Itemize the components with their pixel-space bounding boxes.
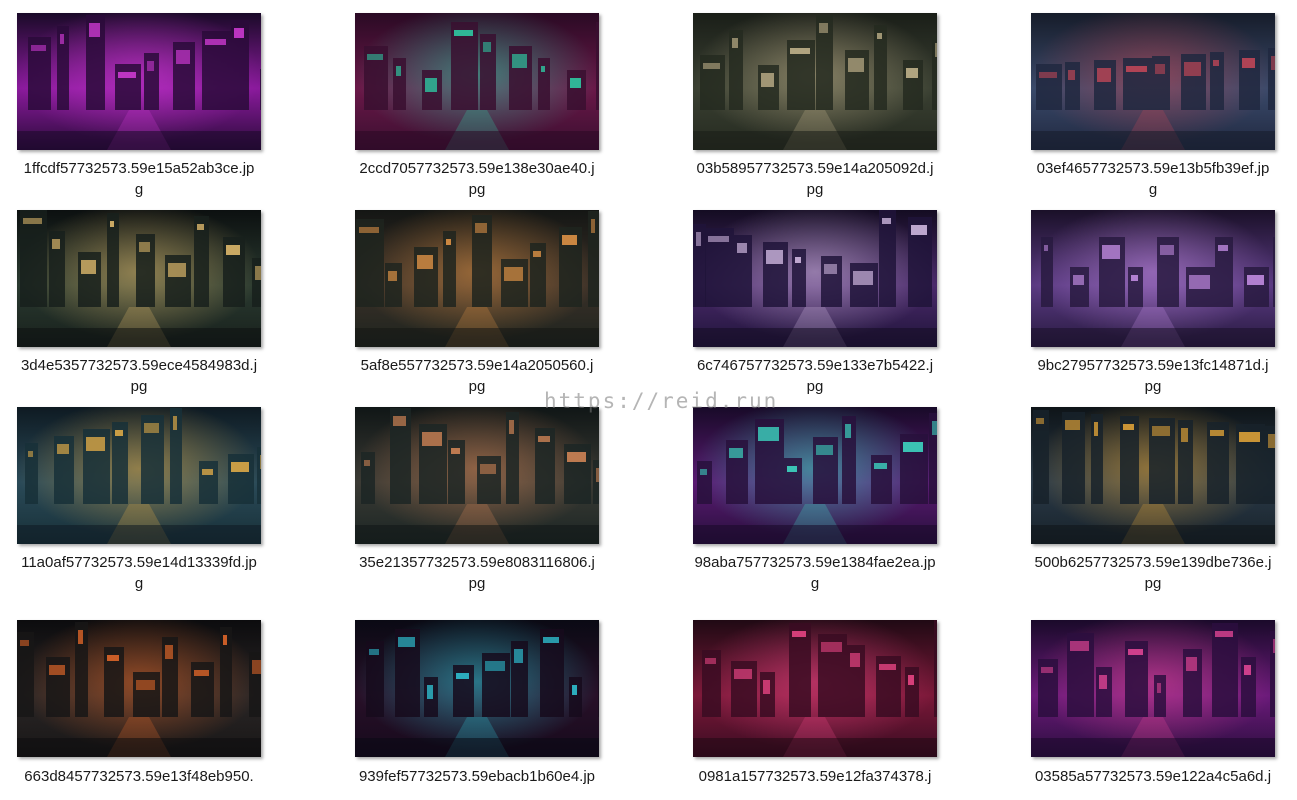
image-thumbnail[interactable] (355, 210, 599, 347)
file-name-label[interactable]: 11a0af57732573.59e14d13339fd.jp g (0, 552, 284, 594)
image-thumbnail[interactable] (17, 13, 261, 150)
file-name-label[interactable]: 03b58957732573.59e14a205092d.j pg (670, 158, 960, 200)
image-thumbnail[interactable] (1031, 210, 1275, 347)
image-thumbnail[interactable] (1031, 620, 1275, 757)
image-thumbnail[interactable] (355, 407, 599, 544)
image-thumbnail[interactable] (17, 620, 261, 757)
image-thumbnail[interactable] (355, 620, 599, 757)
file-name-label[interactable]: 663d8457732573.59e13f48eb950. (0, 766, 284, 787)
image-thumbnail[interactable] (17, 210, 261, 347)
file-name-label[interactable]: 03ef4657732573.59e13b5fb39ef.jp g (1008, 158, 1297, 200)
file-name-label[interactable]: 6c746757732573.59e133e7b5422.j pg (670, 355, 960, 397)
image-thumbnail[interactable] (355, 13, 599, 150)
file-thumbnail-grid: 1ffcdf57732573.59e15a52ab3ce.jpg 2ccd70 (0, 0, 1297, 800)
image-thumbnail[interactable] (693, 407, 937, 544)
file-name-label[interactable]: 939fef57732573.59ebacb1b60e4.jp (332, 766, 622, 787)
file-name-label[interactable]: 98aba757732573.59e1384fae2ea.jp g (670, 552, 960, 594)
image-thumbnail[interactable] (1031, 407, 1275, 544)
image-thumbnail[interactable] (693, 13, 937, 150)
file-name-label[interactable]: 0981a157732573.59e12fa374378.j (670, 766, 960, 787)
image-thumbnail[interactable] (1031, 13, 1275, 150)
file-name-label[interactable]: 1ffcdf57732573.59e15a52ab3ce.jp g (0, 158, 284, 200)
file-name-label[interactable]: 35e21357732573.59e8083116806.j pg (332, 552, 622, 594)
file-name-label[interactable]: 5af8e557732573.59e14a2050560.j pg (332, 355, 622, 397)
image-thumbnail[interactable] (17, 407, 261, 544)
file-name-label[interactable]: 9bc27957732573.59e13fc14871d.j pg (1008, 355, 1297, 397)
file-name-label[interactable]: 03585a57732573.59e122a4c5a6d.j (1008, 766, 1297, 787)
image-thumbnail[interactable] (693, 210, 937, 347)
file-name-label[interactable]: 3d4e5357732573.59ece4584983d.j pg (0, 355, 284, 397)
file-name-label[interactable]: 500b6257732573.59e139dbe736e.j pg (1008, 552, 1297, 594)
image-thumbnail[interactable] (693, 620, 937, 757)
file-name-label[interactable]: 2ccd7057732573.59e138e30ae40.j pg (332, 158, 622, 200)
